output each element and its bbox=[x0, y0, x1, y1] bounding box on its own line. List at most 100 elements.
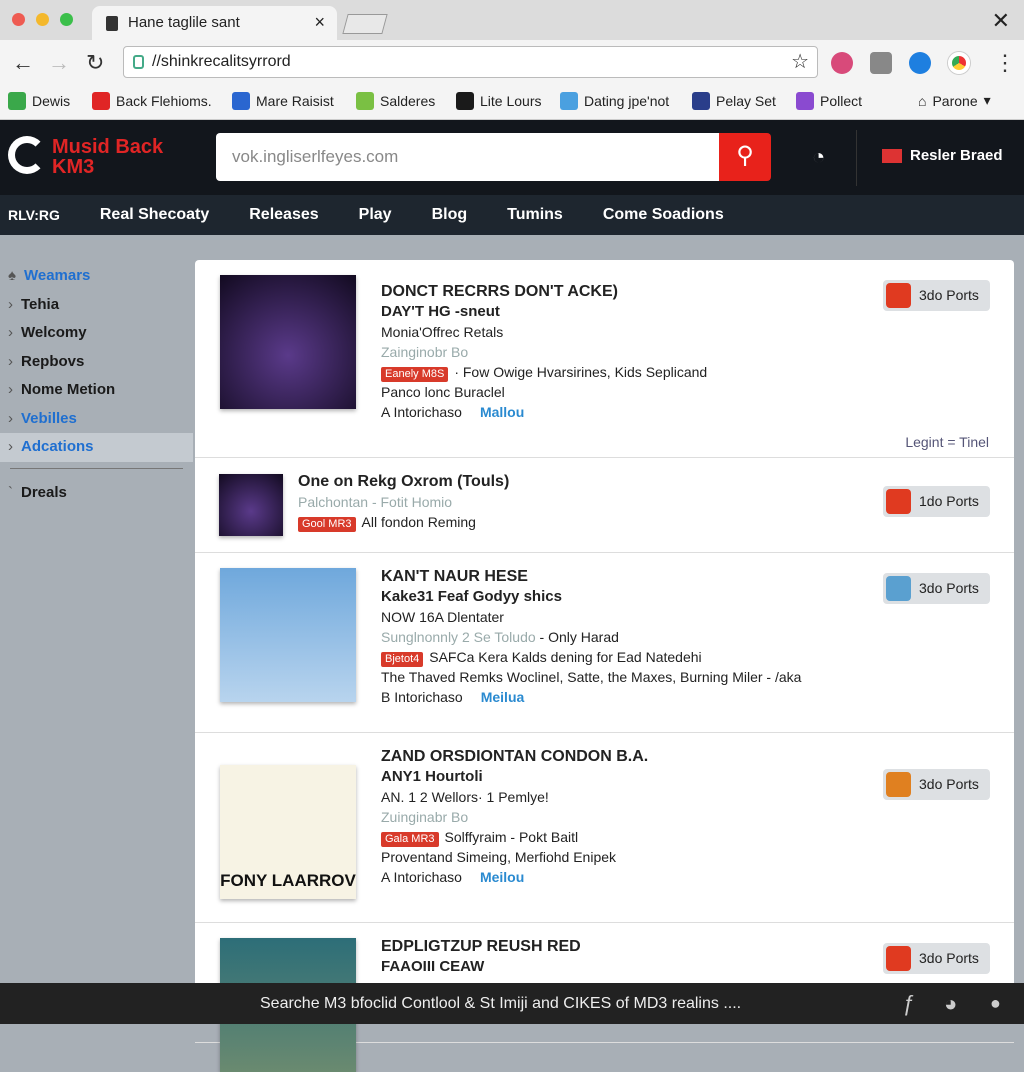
minimize-window-button[interactable] bbox=[36, 13, 49, 26]
close-icon[interactable]: ✕ bbox=[992, 8, 1010, 34]
bookmark-label: Mare Raisist bbox=[256, 93, 334, 109]
home-icon: ♠ bbox=[8, 267, 16, 284]
ports-label: 3do Ports bbox=[919, 287, 979, 303]
close-tab-icon[interactable]: × bbox=[314, 12, 325, 33]
search-input[interactable]: vok.ingliserlfeyes.com bbox=[216, 133, 719, 181]
item-meta: Zuinginabr Bo bbox=[381, 807, 648, 827]
nav-item[interactable]: Play bbox=[359, 206, 392, 224]
album-cover[interactable] bbox=[220, 568, 356, 702]
ports-icon bbox=[886, 489, 911, 514]
item-line: Monia'Offrec Retals bbox=[381, 324, 504, 340]
sidebar-item[interactable]: › Adcations bbox=[0, 433, 193, 462]
item-byline: A Intorichaso Meilou bbox=[381, 867, 648, 887]
url-input[interactable]: //shinkrecalitsyrrord ☆ bbox=[123, 46, 818, 78]
ports-button[interactable]: 1do Ports bbox=[883, 486, 990, 517]
bookmark-item[interactable]: Dewis bbox=[8, 92, 70, 110]
nav-item[interactable]: RLV:RG bbox=[8, 207, 60, 223]
item-title[interactable]: DONCT RECRRS DON'T ACKE) bbox=[381, 282, 707, 302]
extension-icon[interactable] bbox=[870, 52, 892, 74]
bookmark-item[interactable]: Pollect bbox=[796, 92, 862, 110]
history-icon[interactable]: ◔ bbox=[812, 144, 825, 170]
item-link[interactable]: Mallou bbox=[480, 404, 524, 420]
item-title[interactable]: KAN'T NAUR HESE bbox=[381, 567, 801, 587]
tab-bar: Hane taglile sant × ✕ bbox=[0, 0, 1024, 42]
item-byline: B Intorichaso Meilua bbox=[381, 687, 801, 707]
divider bbox=[10, 467, 183, 469]
sidebar-item[interactable]: › Welcomy bbox=[0, 319, 193, 348]
menu-icon[interactable]: ⋮ bbox=[994, 50, 1016, 76]
item-link[interactable]: Meilou bbox=[480, 869, 524, 885]
sidebar-item-label: Adcations bbox=[21, 438, 94, 455]
album-cover[interactable]: FONY LAARROV bbox=[220, 765, 356, 899]
sidebar-item[interactable]: › Nome Metion bbox=[0, 376, 193, 405]
register-button[interactable]: Resler Braed bbox=[882, 147, 1003, 164]
bookmark-item[interactable]: Pelay Set bbox=[692, 92, 776, 110]
format-badge: Bjetot4 bbox=[381, 652, 424, 667]
sidebar-item[interactable]: › Vebilles bbox=[0, 405, 193, 434]
item-title[interactable]: ZAND ORSDIONTAN CONDON B.A. bbox=[381, 747, 648, 767]
sidebar: ♠ Weamars › Tehia › Welcomy › Repbovs › Nome Meti… bbox=[0, 262, 193, 507]
folder-icon: ⌂ bbox=[918, 92, 927, 109]
chrome-icon[interactable] bbox=[948, 52, 970, 74]
reload-icon[interactable]: ↻ bbox=[86, 50, 104, 76]
search-button[interactable]: ⚲ bbox=[719, 133, 771, 181]
new-tab-button[interactable] bbox=[342, 14, 388, 34]
legit-link[interactable]: Legint = Tinel bbox=[905, 434, 989, 450]
item-info: DONCT RECRRS DON'T ACKE) DAY'T HG -sneut M… bbox=[381, 282, 707, 422]
item-author: A Intorichaso bbox=[381, 404, 462, 420]
clock-icon[interactable]: ◕ bbox=[944, 991, 957, 1017]
bookmark-icon bbox=[560, 92, 578, 110]
item-line: NOW 16A Dlentater bbox=[381, 609, 504, 625]
format-badge: Gala MR3 bbox=[381, 832, 439, 847]
site-logo[interactable]: Musid Back KM3 bbox=[52, 137, 182, 177]
result-item: FONY LAARROV ZAND ORSDIONTAN CONDON B.A. A… bbox=[195, 733, 1014, 923]
nav-item[interactable]: Releases bbox=[249, 206, 318, 224]
extension-icon[interactable] bbox=[909, 52, 931, 74]
bookmark-label: Pollect bbox=[820, 93, 863, 109]
page-favicon-icon bbox=[106, 16, 118, 31]
item-title[interactable]: EDPLIGTZUP REUSH RED bbox=[381, 937, 581, 957]
ports-button[interactable]: 3do Ports bbox=[883, 573, 990, 604]
sidebar-item[interactable]: › Repbovs bbox=[0, 348, 193, 377]
bookmark-item[interactable]: Dating jpe'not bbox=[560, 92, 669, 110]
nav-item[interactable]: Tumins bbox=[507, 206, 563, 224]
info-icon[interactable]: ● bbox=[990, 993, 1001, 1014]
forward-arrow-icon[interactable]: → bbox=[48, 50, 70, 76]
nav-item[interactable]: Blog bbox=[432, 206, 468, 224]
bookmark-item[interactable]: Lite Lours bbox=[456, 92, 541, 110]
item-meta-text: Zainginobr Bo bbox=[381, 344, 469, 360]
star-icon[interactable]: ☆ bbox=[791, 49, 809, 74]
chevron-right-icon: › bbox=[8, 295, 13, 313]
bookmark-icon bbox=[692, 92, 710, 110]
extension-icon[interactable] bbox=[831, 52, 853, 74]
sidebar-item[interactable]: ` Dreals bbox=[0, 479, 193, 508]
item-meta-suffix: - Only Harad bbox=[535, 629, 619, 645]
ports-button[interactable]: 3do Ports bbox=[883, 769, 990, 800]
nav-item[interactable]: Come Soadions bbox=[603, 206, 724, 224]
cover-text: FONY LAARROV bbox=[220, 871, 356, 890]
sidebar-item[interactable]: › Tehia bbox=[0, 291, 193, 320]
item-link[interactable]: Meilua bbox=[481, 689, 525, 705]
album-cover[interactable] bbox=[220, 275, 356, 409]
ports-icon bbox=[886, 946, 911, 971]
bookmark-item[interactable]: Salderes bbox=[356, 92, 435, 110]
bookmark-label: Pelay Set bbox=[716, 93, 776, 109]
item-title[interactable]: One on Rekg Oxrom (Touls) bbox=[298, 472, 509, 492]
ports-button[interactable]: 3do Ports bbox=[883, 280, 990, 311]
bookmarks-bar: Dewis Back Flehioms. Mare Raisist Salderes L… bbox=[0, 84, 1024, 120]
bookmark-item[interactable]: Back Flehioms. bbox=[92, 92, 212, 110]
album-cover[interactable] bbox=[219, 474, 283, 536]
ports-label: 1do Ports bbox=[919, 493, 979, 509]
nav-item[interactable]: Real Shecoaty bbox=[100, 206, 209, 224]
chevron-icon: ` bbox=[8, 483, 13, 501]
close-window-button[interactable] bbox=[12, 13, 25, 26]
maximize-window-button[interactable] bbox=[60, 13, 73, 26]
ports-button[interactable]: 3do Ports bbox=[883, 943, 990, 974]
share-icon[interactable]: ƒ bbox=[903, 991, 915, 1017]
sidebar-item[interactable]: ♠ Weamars bbox=[0, 262, 193, 291]
back-arrow-icon[interactable]: ← bbox=[12, 50, 34, 76]
bookmark-item[interactable]: Mare Raisist bbox=[232, 92, 334, 110]
profile-menu[interactable]: ⌂ Parone ▾ bbox=[918, 92, 991, 109]
format-badge: Eanely M8S bbox=[381, 367, 449, 382]
browser-tab[interactable]: Hane taglile sant × bbox=[92, 6, 337, 42]
